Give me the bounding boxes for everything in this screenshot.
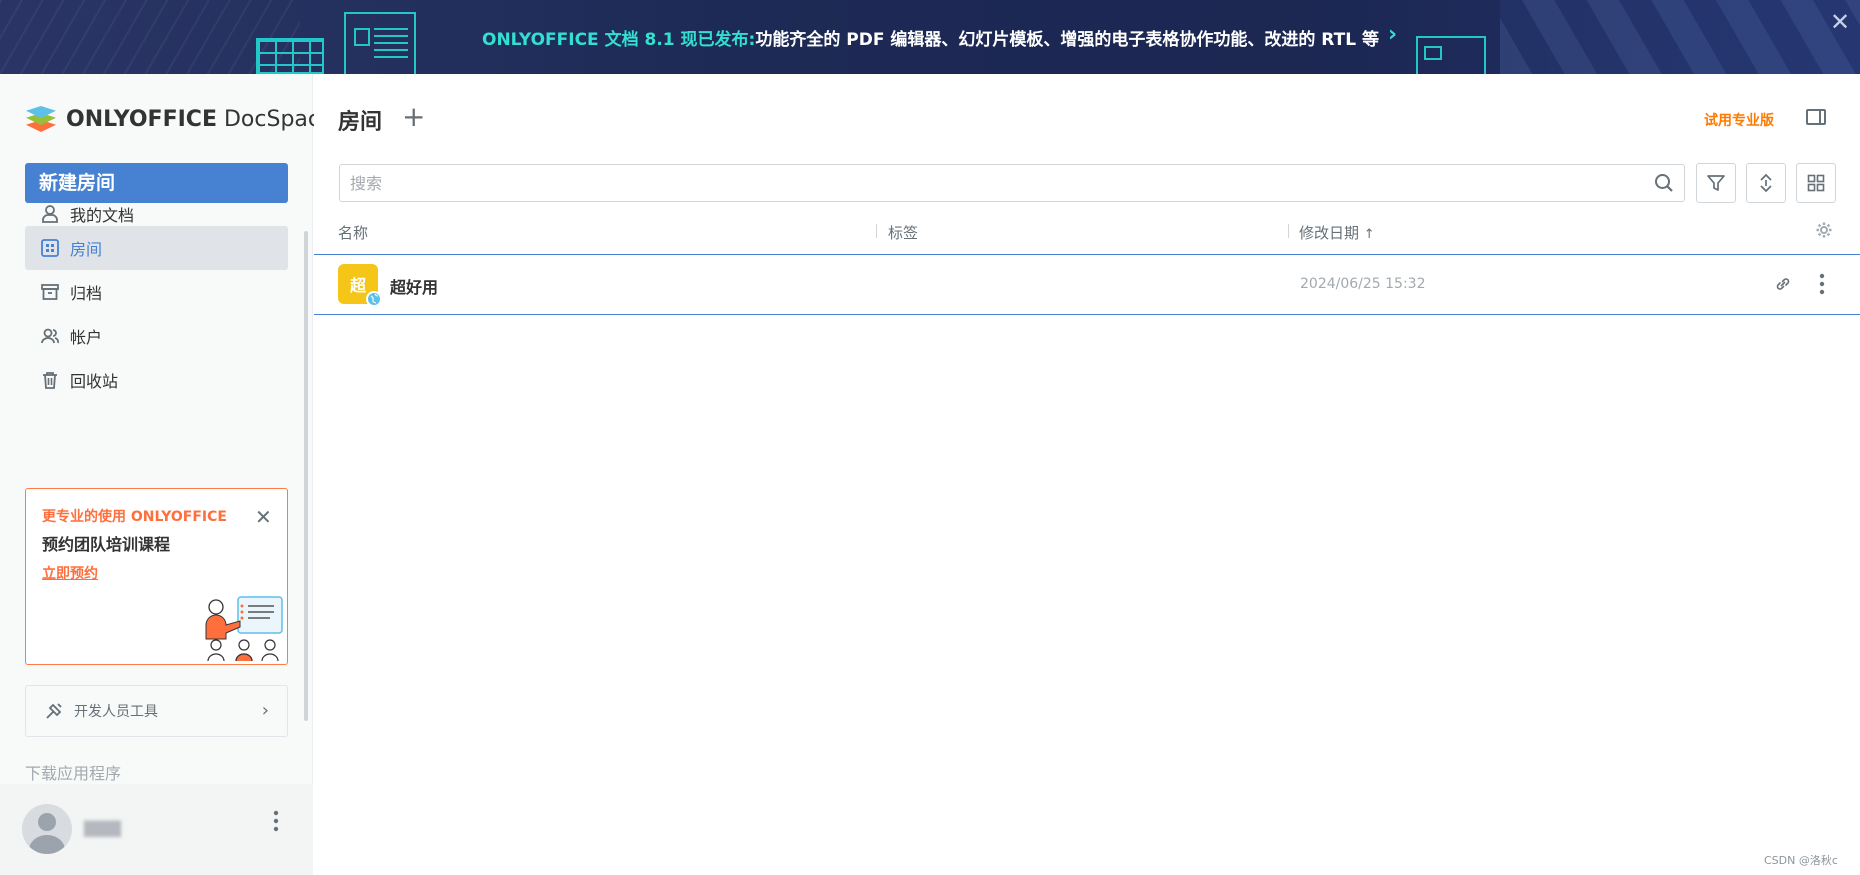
person-icon — [40, 204, 60, 224]
announcement-banner[interactable]: ONLYOFFICE 文档 8.1 现已发布:功能齐全的 PDF 编辑器、幻灯片… — [0, 0, 1860, 74]
search-icon[interactable] — [1654, 173, 1674, 193]
sort-ascending-icon: ↑ — [1363, 227, 1375, 242]
spreadsheet-illustration — [256, 38, 324, 74]
training-illustration-icon — [205, 596, 283, 662]
developer-tools-label: 开发人员工具 — [74, 704, 158, 720]
profile-name: ▇▇▇ — [84, 818, 121, 837]
public-room-badge-icon — [366, 291, 382, 307]
banner-close-icon[interactable]: ✕ — [1830, 8, 1850, 36]
presentation-illustration — [1416, 36, 1486, 74]
promo-book-link[interactable]: 立即预约 — [42, 563, 98, 583]
room-name[interactable]: 超好用 — [390, 274, 438, 298]
sidebar: ONLYOFFICE DocSpace 新建房间 我的文档 房间 归档 帐户 回… — [0, 74, 334, 875]
download-apps-link[interactable]: 下载应用程序 — [25, 760, 121, 784]
sidebar-item-label: 我的文档 — [70, 206, 135, 225]
sidebar-item-accounts[interactable]: 帐户 — [25, 314, 288, 358]
page-title: 房间 — [338, 110, 383, 135]
gear-icon[interactable] — [1816, 222, 1832, 238]
table-header: 名称 标签 修改日期 ↑ — [314, 210, 1860, 250]
developer-tools-icon — [44, 701, 64, 721]
chevron-right-icon: › — [261, 700, 269, 721]
filter-button[interactable] — [1696, 163, 1736, 203]
table-row[interactable]: 超 超好用 2024/06/25 15:32 — [314, 254, 1860, 315]
training-promo-card: 更专业的使用 ONLYOFFICE 预约团队培训课程 立即预约 ✕ — [25, 488, 288, 665]
sidebar-scrollbar[interactable] — [304, 231, 308, 721]
view-toggle-button[interactable] — [1796, 163, 1836, 203]
room-modified-date: 2024/06/25 15:32 — [1300, 276, 1426, 292]
row-menu-icon[interactable] — [1814, 269, 1830, 299]
banner-decoration-right — [1500, 0, 1860, 74]
sidebar-item-trash[interactable]: 回收站 — [25, 358, 288, 402]
column-modified-label: 修改日期 — [1299, 224, 1360, 242]
sidebar-item-label: 房间 — [70, 240, 103, 259]
promo-close-icon[interactable]: ✕ — [255, 505, 272, 529]
filter-icon — [1707, 175, 1725, 191]
column-resizer[interactable] — [876, 224, 877, 238]
sort-icon — [1760, 173, 1772, 193]
chevron-right-icon[interactable]: › — [1388, 22, 1397, 47]
banner-highlight: ONLYOFFICE 文档 8.1 现已发布: — [482, 30, 756, 50]
avatar[interactable] — [22, 804, 72, 854]
rooms-grid-icon — [40, 238, 60, 258]
banner-decoration-left — [0, 0, 300, 74]
docspace-logo[interactable]: ONLYOFFICE DocSpace — [24, 104, 334, 134]
copy-link-icon[interactable] — [1774, 275, 1792, 293]
archive-icon — [40, 282, 60, 302]
grid-view-icon — [1807, 174, 1825, 192]
column-name[interactable]: 名称 — [338, 222, 368, 243]
document-illustration — [344, 12, 416, 74]
add-room-icon[interactable]: + — [402, 100, 425, 133]
developer-tools-button[interactable]: 开发人员工具 › — [25, 685, 288, 737]
accounts-icon — [40, 326, 60, 346]
column-tags[interactable]: 标签 — [888, 222, 918, 243]
search-input[interactable] — [339, 164, 1685, 202]
profile-menu-icon[interactable] — [264, 810, 289, 832]
user-profile[interactable]: ▇▇▇ — [0, 784, 313, 875]
sort-button[interactable] — [1746, 163, 1786, 203]
try-pro-link[interactable]: 试用专业版 — [1704, 110, 1774, 130]
column-modified-date[interactable]: 修改日期 ↑ — [1299, 222, 1375, 243]
main-content: 房间 + 试用专业版 名称 标签 修改日期 ↑ 超 超好用 2024/06/25… — [314, 74, 1860, 875]
banner-text[interactable]: ONLYOFFICE 文档 8.1 现已发布:功能齐全的 PDF 编辑器、幻灯片… — [482, 25, 1379, 50]
onlyoffice-logo-icon — [24, 104, 58, 134]
promo-title: 更专业的使用 ONLYOFFICE — [42, 509, 227, 525]
sidebar-item-archive[interactable]: 归档 — [25, 270, 288, 314]
sidebar-item-label: 归档 — [70, 284, 103, 303]
sidebar-item-label: 回收站 — [70, 372, 119, 391]
banner-message: 功能齐全的 PDF 编辑器、幻灯片模板、增强的电子表格协作功能、改进的 RTL … — [755, 30, 1379, 50]
promo-subtitle: 预约团队培训课程 — [42, 535, 171, 554]
info-panel-toggle-icon[interactable] — [1806, 109, 1826, 125]
column-resizer[interactable] — [1288, 224, 1289, 238]
watermark: CSDN @洛秋c — [1764, 854, 1838, 867]
sidebar-item-label: 帐户 — [70, 328, 103, 347]
sidebar-item-rooms[interactable]: 房间 — [25, 226, 288, 270]
logo-text: ONLYOFFICE DocSpace — [66, 106, 334, 132]
trash-icon — [40, 370, 60, 390]
